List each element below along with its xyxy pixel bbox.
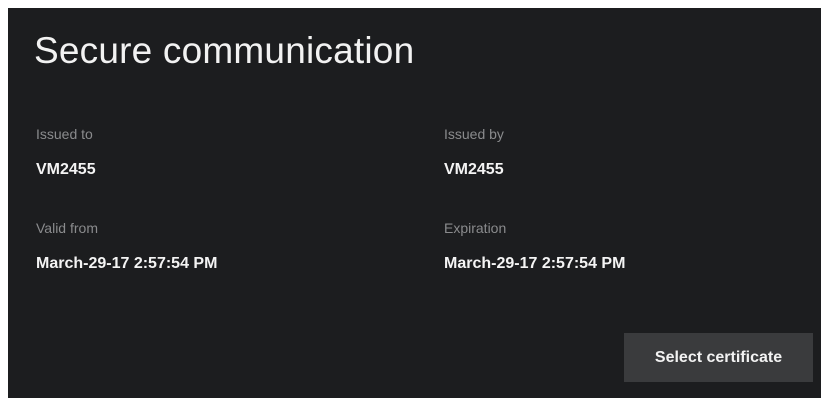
select-certificate-button[interactable]: Select certificate [624, 333, 813, 382]
expiration-label: Expiration [444, 220, 507, 236]
issued-to-value: VM2455 [36, 161, 96, 178]
issued-to-label: Issued to [36, 126, 93, 142]
issued-by-label: Issued by [444, 126, 504, 142]
valid-from-value: March-29-17 2:57:54 PM [36, 255, 218, 272]
secure-communication-panel: Secure communication Issued to VM2455 Is… [8, 8, 821, 398]
issued-by-value: VM2455 [444, 161, 504, 178]
panel-title: Secure communication [34, 30, 415, 71]
expiration-value: March-29-17 2:57:54 PM [444, 255, 626, 272]
valid-from-label: Valid from [36, 220, 98, 236]
